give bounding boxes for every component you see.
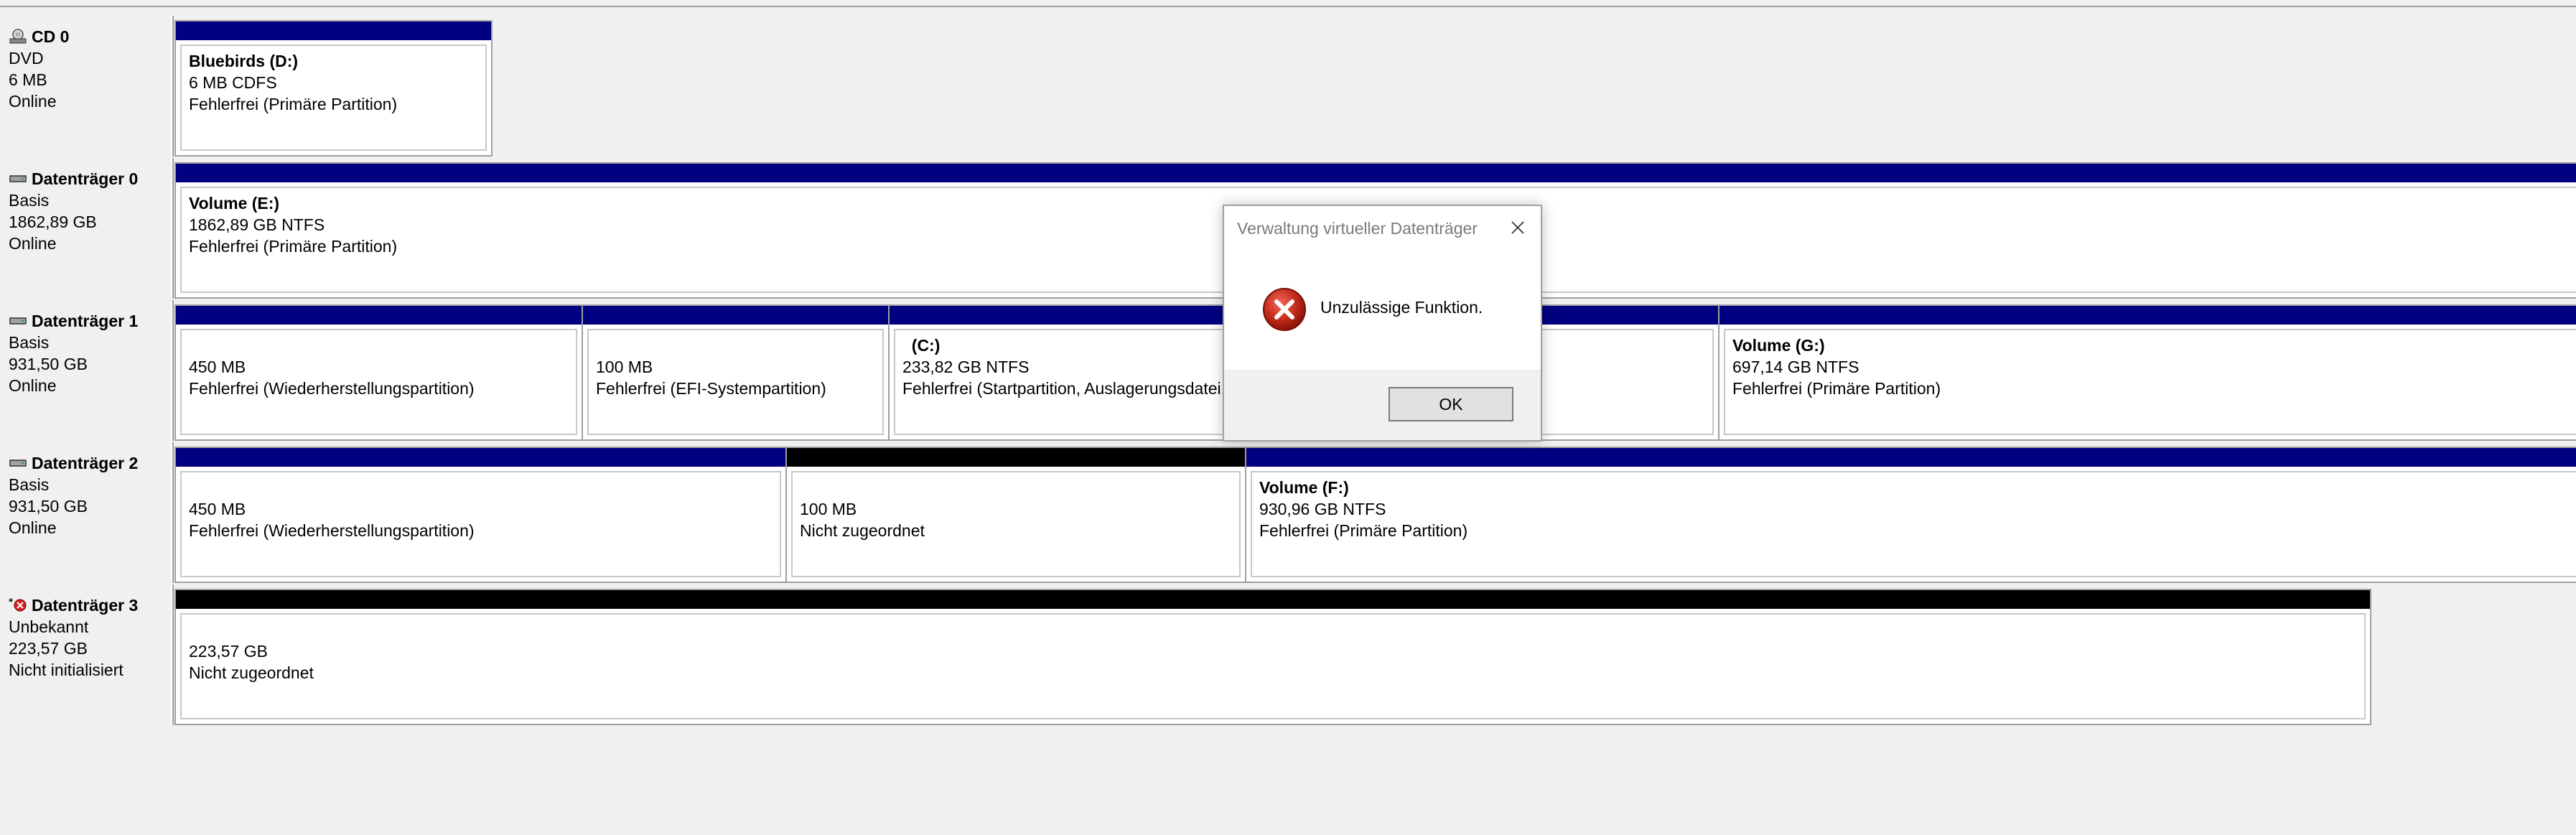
dialog-footer: OK	[1224, 370, 1541, 440]
partition-size: 223,57 GB	[189, 642, 268, 661]
uninitialized-disk-icon: *	[9, 597, 27, 613]
partition-bar	[176, 306, 582, 325]
disk-type: DVD	[9, 49, 44, 67]
disk-name: Datenträger 3	[32, 596, 139, 615]
partition-body: 100 MB Fehlerfrei (EFI-Systempartition)	[587, 329, 884, 435]
partition-bar	[176, 164, 2576, 182]
hard-disk-icon	[9, 171, 27, 187]
partition-recovery[interactable]: 450 MB Fehlerfrei (Wiederherstellungspar…	[176, 448, 787, 582]
partition-body: 100 MB Nicht zugeordnet	[791, 471, 1241, 577]
error-dialog: Verwaltung virtueller Datenträger Unzulä…	[1223, 205, 1542, 442]
partition-title: Volume (F:)	[1259, 478, 1349, 497]
partition-size: 450 MB	[189, 500, 246, 518]
disk-status: Online	[9, 376, 57, 395]
disk-row-3: * Datenträger 3 Unbekannt 223,57 GB Nich…	[0, 584, 2576, 725]
partition-d[interactable]: Bluebirds (D:) 6 MB CDFS Fehlerfrei (Pri…	[176, 22, 491, 155]
partition-bar	[176, 448, 785, 467]
partition-body: Volume (F:) 930,96 GB NTFS Fehlerfrei (P…	[1251, 471, 2576, 577]
partition-unallocated[interactable]: 223,57 GB Nicht zugeordnet	[176, 590, 2370, 724]
disk-size: 1862,89 GB	[9, 213, 97, 231]
partition-bar	[176, 590, 2370, 609]
partition-status: Fehlerfrei (Wiederherstellungspartition)	[189, 521, 475, 540]
disk-size: 223,57 GB	[9, 639, 88, 658]
svg-text:*: *	[9, 597, 14, 607]
cd-drive-icon	[9, 29, 27, 45]
hard-disk-icon	[9, 455, 27, 471]
disk-type: Basis	[9, 333, 50, 352]
partition-size: 450 MB	[189, 358, 246, 376]
disk-row-cd0: CD 0 DVD 6 MB Online Bluebirds (D:) 6 MB…	[0, 16, 2576, 157]
partition-body: Bluebirds (D:) 6 MB CDFS Fehlerfrei (Pri…	[180, 45, 487, 151]
disk-status: Online	[9, 92, 57, 111]
partition-g[interactable]: Volume (G:) 697,14 GB NTFS Fehlerfrei (P…	[1719, 306, 2576, 439]
disk-name: Datenträger 1	[32, 312, 139, 330]
partition-body: 450 MB Fehlerfrei (Wiederherstellungspar…	[180, 471, 781, 577]
disk-area-2: 450 MB Fehlerfrei (Wiederherstellungspar…	[174, 447, 2576, 583]
disk-name: CD 0	[32, 27, 70, 46]
ok-button[interactable]: OK	[1389, 387, 1513, 421]
partition-bar	[1719, 306, 2576, 325]
disk-name: Datenträger 0	[32, 169, 139, 188]
dialog-message: Unzulässige Funktion.	[1320, 298, 1483, 317]
disk-area-cd0: Bluebirds (D:) 6 MB CDFS Fehlerfrei (Pri…	[174, 20, 493, 157]
partition-status: Fehlerfrei (Primäre Partition)	[1259, 521, 1468, 540]
partition-status: Fehlerfrei (Primäre Partition)	[189, 95, 398, 113]
partition-bar	[176, 22, 491, 40]
partition-size: 100 MB	[800, 500, 857, 518]
disk-status: Online	[9, 518, 57, 537]
partition-size: 697,14 GB NTFS	[1732, 358, 1859, 376]
close-button[interactable]	[1505, 215, 1531, 241]
error-icon	[1261, 286, 1307, 332]
disk-size: 931,50 GB	[9, 497, 88, 516]
partition-status: Fehlerfrei (Wiederherstellungspartition)	[189, 379, 475, 398]
partition-unallocated[interactable]: 100 MB Nicht zugeordnet	[787, 448, 1246, 582]
disk-size: 931,50 GB	[9, 355, 88, 373]
disk-label-2[interactable]: Datenträger 2 Basis 931,50 GB Online	[0, 442, 172, 583]
close-icon	[1511, 221, 1524, 234]
partition-bar	[1246, 448, 2576, 467]
disk-type: Basis	[9, 191, 50, 210]
partition-bar	[787, 448, 1245, 467]
disk-label-cd0[interactable]: CD 0 DVD 6 MB Online	[0, 16, 172, 157]
partition-status: Nicht zugeordnet	[189, 663, 314, 682]
partition-size: 930,96 GB NTFS	[1259, 500, 1386, 518]
partition-body: Volume (G:) 697,14 GB NTFS Fehlerfrei (P…	[1724, 329, 2576, 435]
disk-name: Datenträger 2	[32, 454, 139, 472]
disk-status: Online	[9, 234, 57, 253]
partition-body: 450 MB Fehlerfrei (Wiederherstellungspar…	[180, 329, 577, 435]
disk-label-1[interactable]: Datenträger 1 Basis 931,50 GB Online	[0, 300, 172, 441]
partition-status: Fehlerfrei (EFI-Systempartition)	[596, 379, 826, 398]
partition-status: Fehlerfrei (Primäre Partition)	[1732, 379, 1941, 398]
partition-title: Bluebirds (D:)	[189, 52, 299, 70]
disk-area-3: 223,57 GB Nicht zugeordnet	[174, 589, 2371, 725]
partition-efi[interactable]: 100 MB Fehlerfrei (EFI-Systempartition)	[583, 306, 890, 439]
partition-f[interactable]: Volume (F:) 930,96 GB NTFS Fehlerfrei (P…	[1246, 448, 2576, 582]
partition-title: Volume (G:)	[1732, 336, 1825, 355]
partition-size: 100 MB	[596, 358, 653, 376]
dialog-title: Verwaltung virtueller Datenträger	[1237, 219, 1478, 238]
partition-status: Nicht zugeordnet	[800, 521, 925, 540]
disk-row-2: Datenträger 2 Basis 931,50 GB Online 450…	[0, 442, 2576, 583]
disk-label-0[interactable]: Datenträger 0 Basis 1862,89 GB Online	[0, 158, 172, 299]
disk-size: 6 MB	[9, 70, 47, 89]
hard-disk-icon	[9, 313, 27, 329]
disk-status: Nicht initialisiert	[9, 661, 123, 679]
partition-bar	[583, 306, 888, 325]
top-divider	[0, 0, 2576, 7]
partition-body: 223,57 GB Nicht zugeordnet	[180, 613, 2366, 719]
partition-size: 6 MB CDFS	[189, 73, 277, 92]
disk-type: Unbekannt	[9, 617, 89, 636]
partition-recovery[interactable]: 450 MB Fehlerfrei (Wiederherstellungspar…	[176, 306, 583, 439]
disk-label-3[interactable]: * Datenträger 3 Unbekannt 223,57 GB Nich…	[0, 584, 172, 725]
disk-type: Basis	[9, 475, 50, 494]
